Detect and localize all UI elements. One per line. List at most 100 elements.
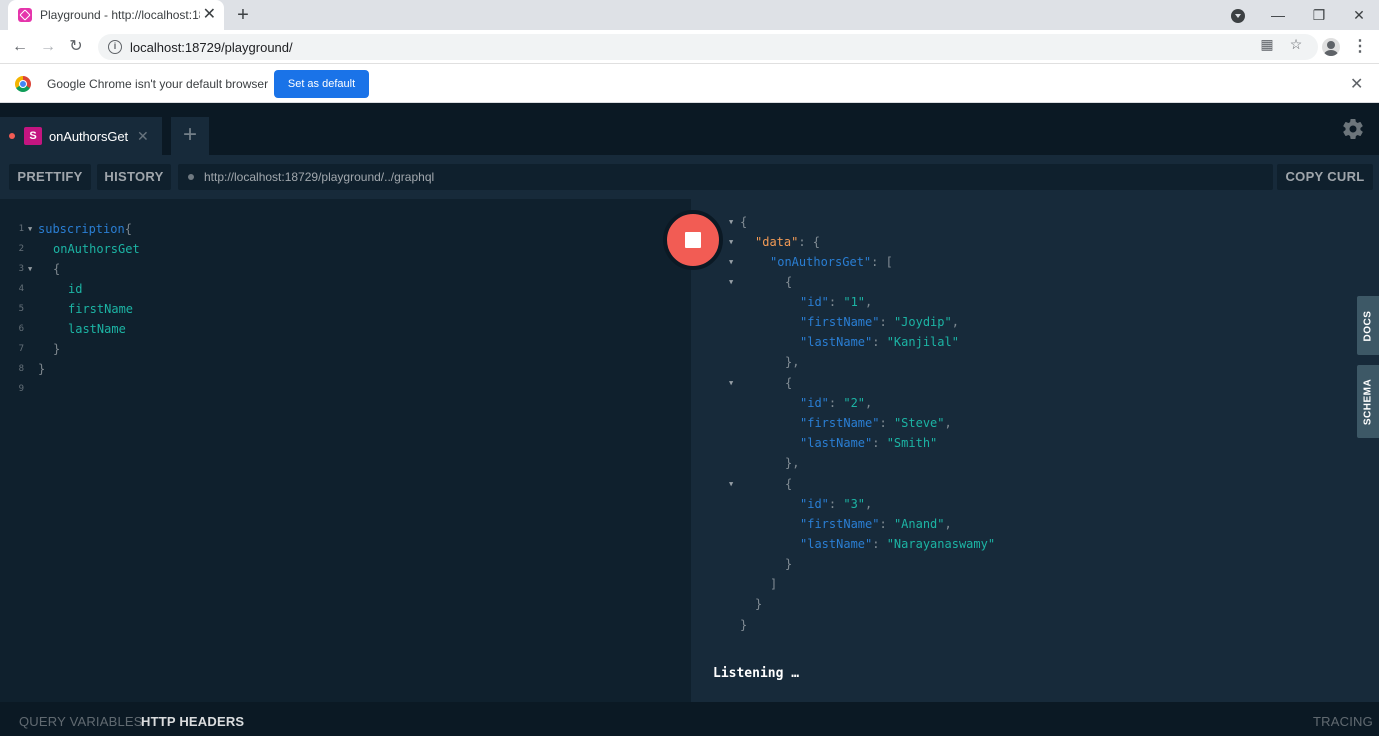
docs-tab-label: DOCS [1362,310,1374,341]
playground-tab-bar: S onAuthorsGet ✕ + [0,103,1379,155]
set-default-button[interactable]: Set as default [274,70,369,98]
json-value: "Narayanaswamy" [886,537,996,551]
translate-icon[interactable]: ▦ [1258,35,1276,53]
query-line: subscription{ [38,219,132,239]
query-field: firstName [68,302,134,316]
infobar-close-icon[interactable]: ✕ [1350,74,1363,94]
json-brace: { [785,275,793,289]
json-brace: { [740,215,748,229]
bottom-bar: QUERY VARIABLES HTTP HEADERS TRACING [0,702,1379,736]
json-row: "lastName": "Narayanaswamy" [800,537,996,551]
json-brace: } [740,618,748,632]
chrome-menu-icon[interactable]: ⋮ [1352,35,1368,59]
endpoint-url: http://localhost:18729/playground/../gra… [204,170,435,184]
line-number: 3 [18,264,24,274]
browser-tab[interactable]: Playground - http://localhost:18729/play… [8,0,224,30]
line-number: 6 [18,324,24,334]
query-field: lastName [68,322,126,336]
copy-curl-button[interactable]: COPY CURL [1277,164,1373,190]
json-value: "1" [843,295,866,309]
json-value: "Kanjilal" [886,335,959,349]
new-tab-button[interactable]: + [232,3,254,27]
json-row: "firstName": "Joydip", [800,315,959,329]
query-editor[interactable]: 1 2 3 4 5 6 7 8 9 ▼ ▼ subscription{ onAu… [0,199,691,702]
prettify-button[interactable]: PRETTIFY [9,164,91,190]
json-value: "Anand" [893,517,945,531]
infobar-message: Google Chrome isn't your default browser [47,77,269,91]
address-bar[interactable]: i localhost:18729/playground/ [98,34,1318,60]
json-row: "id": "1", [800,295,873,309]
fold-arrow-icon[interactable]: ▼ [729,212,733,232]
brace: } [53,342,61,356]
json-row: "lastName": "Smith" [800,436,938,450]
history-button[interactable]: HISTORY [97,164,171,190]
json-value: "Smith" [886,436,938,450]
add-playground-tab-button[interactable]: + [171,117,209,155]
default-browser-infobar: Google Chrome isn't your default browser… [0,64,1379,103]
json-data-line: "data": { [755,235,821,249]
playground-toolbar: PRETTIFY HISTORY http://localhost:18729/… [0,155,1379,199]
stop-subscription-button[interactable] [663,210,723,270]
line-number: 9 [18,384,24,394]
close-playground-tab-icon[interactable]: ✕ [137,128,149,145]
brace: { [53,262,61,276]
line-number: 5 [18,304,24,314]
json-value: "3" [843,497,866,511]
unsaved-dot-icon [9,133,15,139]
json-brace: } [755,597,763,611]
tracing-tab[interactable]: TRACING [1313,714,1373,729]
chrome-logo-icon [15,76,31,92]
json-brace: { [785,477,793,491]
json-row: "lastName": "Kanjilal" [800,335,959,349]
json-value: "Joydip" [893,315,952,329]
bookmark-star-icon[interactable]: ☆ [1287,35,1305,53]
http-headers-tab[interactable]: HTTP HEADERS [141,714,244,729]
fold-arrow-icon[interactable]: ▼ [729,474,733,494]
close-window-button[interactable]: ✕ [1339,0,1379,30]
profile-menu-icon[interactable] [1231,9,1245,23]
schema-tab[interactable]: SCHEMA [1357,365,1379,438]
json-value: "Steve" [893,416,945,430]
line-number: 7 [18,344,24,354]
line-number: 1 [18,224,24,234]
query-field: id [68,282,83,296]
query-field: onAuthorsGet [53,242,140,256]
fold-arrow-icon[interactable]: ▼ [729,252,733,272]
connection-status-icon [188,174,194,180]
json-data-key: "data" [755,235,799,249]
playground-tab[interactable]: S onAuthorsGet ✕ [0,117,162,155]
json-bracket: ] [770,577,778,591]
docs-tab[interactable]: DOCS [1357,296,1379,355]
schema-tab-label: SCHEMA [1362,378,1374,425]
subscription-badge: S [24,127,42,145]
forward-button[interactable]: → [36,35,60,59]
reload-button[interactable]: ↻ [64,35,88,59]
fold-arrow-icon[interactable]: ▼ [729,373,733,393]
browser-tab-strip: Playground - http://localhost:18729/play… [0,0,1379,30]
avatar[interactable] [1322,38,1340,56]
site-info-icon[interactable]: i [108,40,122,54]
graphql-favicon-icon [18,8,32,22]
endpoint-input[interactable]: http://localhost:18729/playground/../gra… [178,164,1273,190]
json-brace: }, [785,456,800,470]
line-number: 8 [18,364,24,374]
minimize-button[interactable]: — [1258,0,1298,30]
json-subscription-key: "onAuthorsGet" [770,255,872,269]
browser-tab-title: Playground - http://localhost:18729/play… [40,8,200,22]
close-tab-icon[interactable]: ✕ [203,7,216,23]
back-button[interactable]: ← [8,35,32,59]
fold-arrow-icon[interactable]: ▼ [28,219,32,239]
json-value: "2" [843,396,866,410]
fold-arrow-icon[interactable]: ▼ [28,259,32,279]
settings-gear-icon[interactable] [1341,117,1365,141]
fold-arrow-icon[interactable]: ▼ [729,272,733,292]
url-text: localhost:18729/playground/ [130,39,293,55]
query-variables-tab[interactable]: QUERY VARIABLES [19,714,143,729]
json-row: "id": "2", [800,396,873,410]
restore-button[interactable]: ❐ [1299,0,1339,30]
line-number: 4 [18,284,24,294]
fold-arrow-icon[interactable]: ▼ [729,232,733,252]
subscription-keyword: subscription [38,222,125,236]
json-subscription-line: "onAuthorsGet": [ [770,255,893,269]
json-row: "firstName": "Anand", [800,517,952,531]
